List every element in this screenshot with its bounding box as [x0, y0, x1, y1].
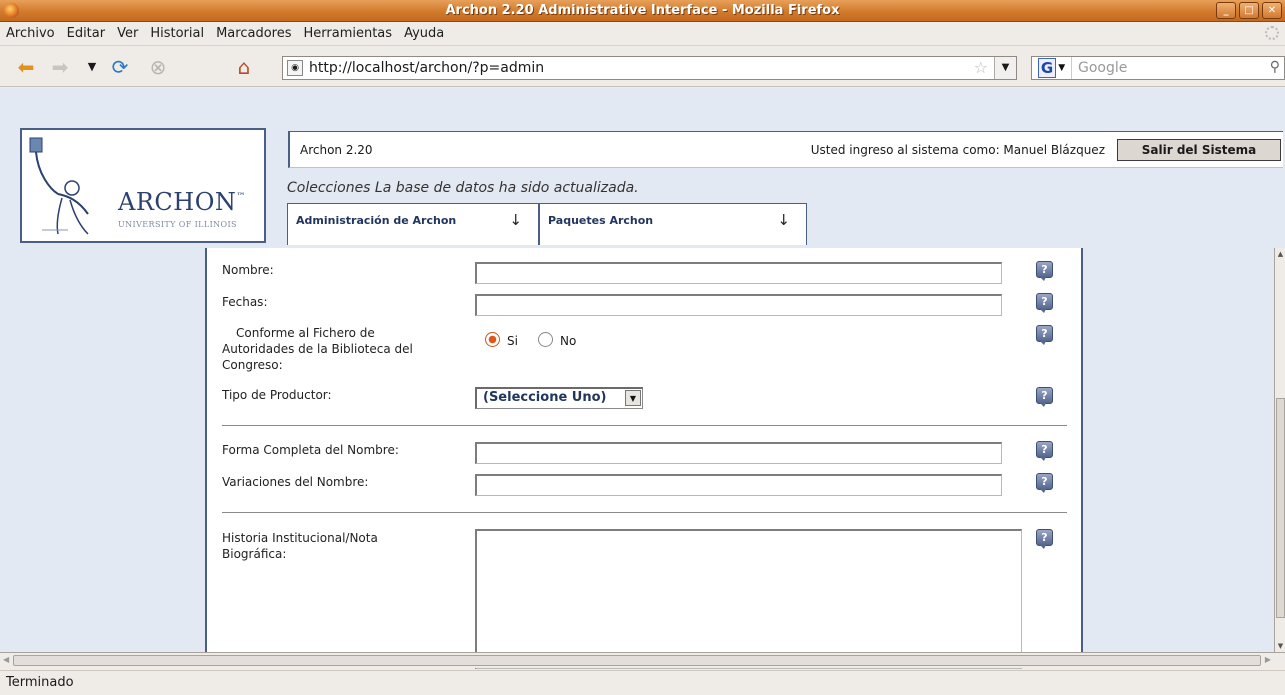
radio-no-label[interactable]: No: [560, 334, 576, 348]
help-icon[interactable]: ?: [1036, 293, 1053, 313]
url-bar[interactable]: ◉ http://localhost/archon/?p=admin ☆ ▼: [282, 56, 1017, 80]
chevron-down-icon: ▼: [1058, 63, 1066, 73]
tab-paquetes[interactable]: Paquetes Archon ↓: [539, 203, 807, 245]
tab-administracion-label: Administración de Archon: [296, 214, 457, 227]
historia-label-line1: Historia Institucional/Nota: [222, 531, 378, 545]
site-identity-icon[interactable]: ◉: [287, 60, 303, 76]
section-divider: [222, 425, 1067, 426]
help-icon[interactable]: ?: [1036, 529, 1053, 549]
logged-in-user-text: Usted ingreso al sistema como: Manuel Bl…: [810, 143, 1105, 157]
variaciones-field[interactable]: [475, 474, 1002, 496]
variaciones-label: Variaciones del Nombre:: [222, 475, 369, 489]
status-bar: Terminado: [0, 670, 1285, 695]
menu-archivo[interactable]: Archivo: [6, 26, 55, 41]
tab-paquetes-label: Paquetes Archon: [548, 214, 654, 227]
forward-arrow-icon[interactable]: ➡: [48, 55, 72, 79]
navigation-toolbar: ⬅ ➡ ▼ ⟳ ⊗ ⌂ ◉ http://localhost/archon/?p…: [0, 47, 1285, 87]
section-divider: [222, 512, 1067, 513]
tipo-productor-label: Tipo de Productor:: [222, 388, 332, 402]
radio-no[interactable]: [538, 332, 553, 347]
nombre-field[interactable]: [475, 262, 1002, 284]
url-dropdown-icon[interactable]: ▼: [994, 57, 1016, 79]
help-icon[interactable]: ?: [1036, 441, 1053, 461]
window-titlebar: Archon 2.20 Administrative Interface - M…: [0, 0, 1285, 22]
search-engine-selector[interactable]: G ▼: [1032, 57, 1072, 79]
historia-textarea[interactable]: [475, 529, 1022, 669]
menu-marcadores[interactable]: Marcadores: [216, 26, 291, 41]
menubar: Archivo Editar Ver Historial Marcadores …: [0, 22, 1285, 46]
header-bar: Archon 2.20 Usted ingreso al sistema com…: [288, 131, 1283, 168]
radio-si[interactable]: [485, 332, 500, 347]
scroll-down-icon[interactable]: ▼: [1275, 640, 1285, 652]
scroll-up-icon[interactable]: ▲: [1275, 248, 1285, 260]
back-arrow-icon[interactable]: ⬅: [14, 55, 38, 79]
home-icon[interactable]: ⌂: [232, 55, 256, 79]
help-icon[interactable]: ?: [1036, 261, 1053, 281]
vertical-scroll-thumb[interactable]: [1276, 398, 1285, 618]
vertical-scrollbar[interactable]: ▲ ▼: [1274, 248, 1285, 652]
search-bar[interactable]: G ▼ Google ⚲: [1031, 56, 1285, 80]
help-icon[interactable]: ?: [1036, 387, 1053, 407]
minimize-button[interactable]: _: [1216, 2, 1236, 19]
help-icon[interactable]: ?: [1036, 325, 1053, 345]
window-title: Archon 2.20 Administrative Interface - M…: [445, 3, 840, 18]
status-text: Terminado: [6, 675, 74, 690]
historia-label-line2: Biográfica:: [222, 547, 287, 561]
archon-figure-icon: [29, 137, 89, 235]
forma-completa-label: Forma Completa del Nombre:: [222, 443, 399, 457]
down-arrow-icon: ↓: [777, 211, 790, 229]
tipo-productor-value: (Seleccione Uno): [483, 390, 607, 405]
logo-trademark: ™: [236, 192, 246, 202]
help-icon[interactable]: ?: [1036, 473, 1053, 493]
version-label: Archon 2.20: [300, 143, 373, 157]
search-placeholder[interactable]: Google: [1072, 60, 1127, 76]
archon-logo[interactable]: ARCHON™ UNIVERSITY OF ILLINOIS: [20, 128, 266, 243]
logo-text: ARCHON: [118, 188, 237, 216]
conforme-label-line1: Conforme al Fichero de: [236, 326, 375, 340]
menu-ver[interactable]: Ver: [117, 26, 138, 41]
scroll-right-icon[interactable]: ▶: [1265, 655, 1271, 664]
forma-completa-field[interactable]: [475, 442, 1002, 464]
conforme-label-line3: Congreso:: [222, 358, 283, 372]
tipo-productor-select[interactable]: (Seleccione Uno) ▼: [475, 387, 643, 409]
throbber-icon: [1265, 26, 1279, 40]
search-icon[interactable]: ⚲: [1270, 59, 1280, 75]
scroll-left-icon[interactable]: ◀: [3, 655, 9, 664]
logo-subtitle: UNIVERSITY OF ILLINOIS: [118, 220, 237, 229]
url-text[interactable]: http://localhost/archon/?p=admin: [309, 60, 544, 76]
stop-icon[interactable]: ⊗: [146, 55, 170, 79]
tab-administracion[interactable]: Administración de Archon ↓: [287, 203, 539, 245]
bookmark-star-icon[interactable]: ☆: [974, 58, 988, 77]
page-background-top: [0, 88, 1285, 120]
history-dropdown-icon[interactable]: ▼: [80, 55, 104, 79]
horizontal-scrollbar[interactable]: ◀ ▶: [0, 652, 1285, 668]
conforme-label-line2: Autoridades de la Biblioteca del: [222, 342, 413, 356]
reload-icon[interactable]: ⟳: [108, 55, 132, 79]
menu-ayuda[interactable]: Ayuda: [404, 26, 444, 41]
down-arrow-icon: ↓: [509, 211, 522, 229]
nombre-label: Nombre:: [222, 263, 274, 277]
fechas-field[interactable]: [475, 294, 1002, 316]
menu-historial[interactable]: Historial: [150, 26, 204, 41]
menu-herramientas[interactable]: Herramientas: [304, 26, 393, 41]
horizontal-scroll-thumb[interactable]: [13, 655, 1261, 666]
close-button[interactable]: ✕: [1262, 2, 1282, 19]
creator-form: Nombre: ? Fechas: ? Conforme al Fichero …: [205, 248, 1083, 669]
chevron-down-icon: ▼: [625, 390, 641, 406]
fechas-label: Fechas:: [222, 295, 268, 309]
maximize-button[interactable]: □: [1239, 2, 1259, 19]
logout-button[interactable]: Salir del Sistema: [1117, 139, 1281, 161]
google-engine-icon: G: [1037, 58, 1057, 78]
radio-si-label[interactable]: Si: [507, 334, 518, 348]
menu-editar[interactable]: Editar: [67, 26, 106, 41]
admin-tabs: Administración de Archon ↓ Paquetes Arch…: [287, 203, 807, 245]
status-message: Colecciones La base de datos ha sido act…: [287, 180, 639, 196]
